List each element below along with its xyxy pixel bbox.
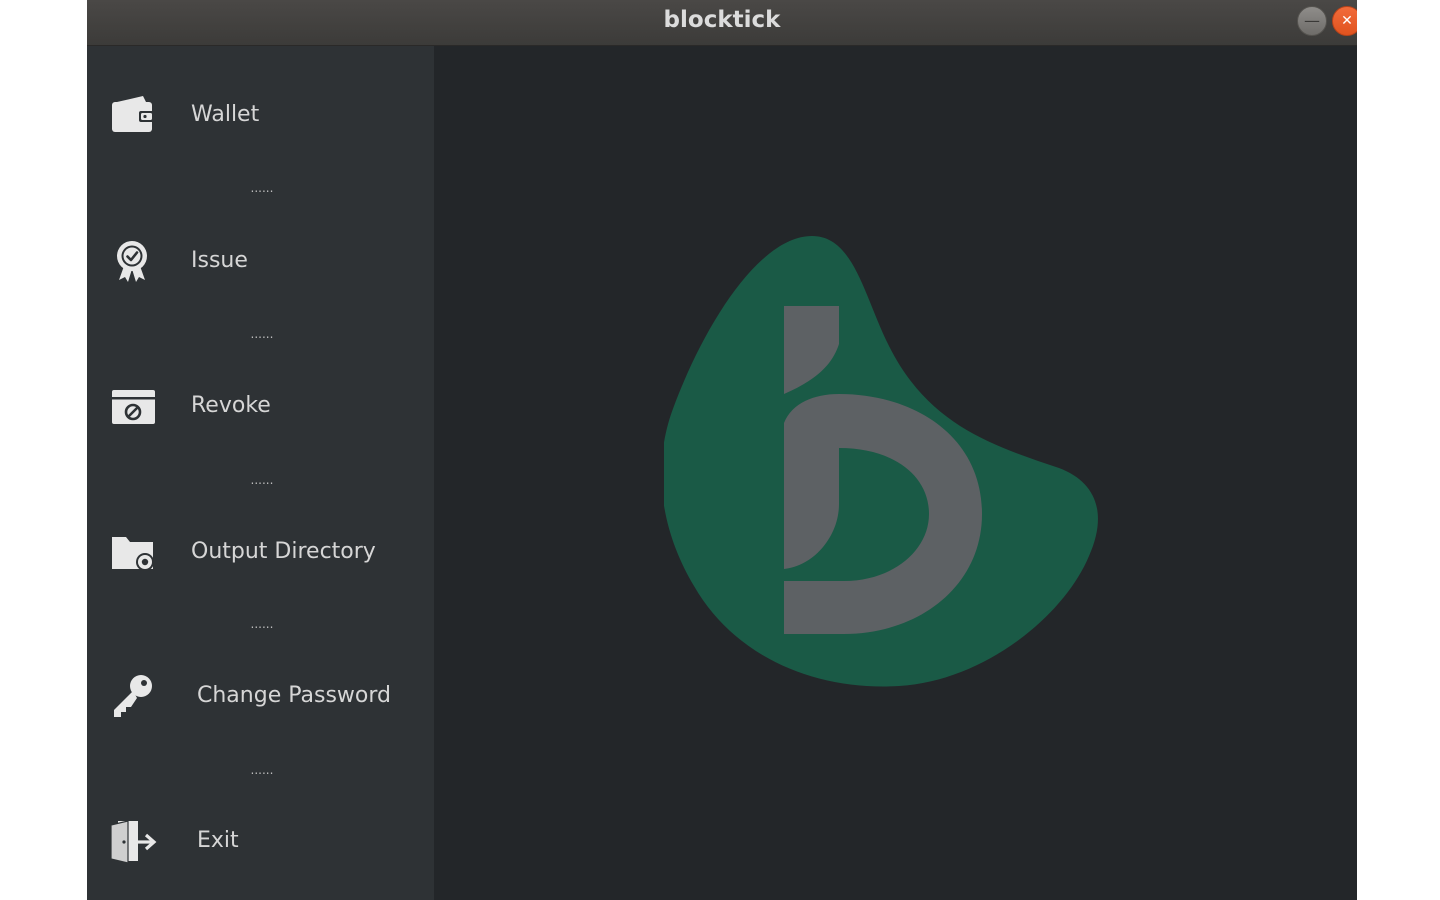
separator: ...... — [250, 763, 274, 777]
sidebar-item-exit[interactable]: Exit — [87, 802, 434, 882]
close-icon: ✕ — [1341, 13, 1353, 29]
sidebar-item-wallet[interactable]: Wallet — [87, 76, 434, 156]
folder-icon — [112, 537, 154, 571]
sidebar-item-issue[interactable]: Issue — [87, 222, 434, 302]
window-title: blocktick — [663, 7, 781, 33]
separator: ...... — [250, 617, 274, 631]
separator: ...... — [250, 327, 274, 341]
minimize-button[interactable]: — — [1297, 6, 1327, 36]
sidebar: Wallet ...... Issue ...... Revoke ......… — [87, 46, 434, 900]
sidebar-item-label: Revoke — [191, 393, 271, 418]
title-bar[interactable]: blocktick — ✕ — [87, 0, 1357, 46]
sidebar-item-label: Output Directory — [191, 539, 376, 564]
wallet-icon — [112, 96, 154, 132]
sidebar-item-output-directory[interactable]: Output Directory — [87, 513, 434, 593]
main-content — [434, 46, 1357, 900]
exit-icon — [110, 820, 157, 864]
app-window: blocktick — ✕ Wallet ...... Issue ......… — [87, 0, 1357, 900]
minimize-icon: — — [1304, 11, 1320, 30]
certificate-badge-icon — [117, 241, 147, 282]
sidebar-item-label: Change Password — [197, 683, 391, 708]
sidebar-item-label: Exit — [197, 828, 239, 853]
sidebar-item-label: Issue — [191, 248, 248, 273]
sidebar-item-change-password[interactable]: Change Password — [87, 657, 434, 737]
revoke-icon — [112, 390, 155, 424]
separator: ...... — [250, 181, 274, 195]
sidebar-item-label: Wallet — [191, 102, 260, 127]
blocktick-logo — [664, 236, 1098, 687]
close-button[interactable]: ✕ — [1332, 6, 1357, 36]
separator: ...... — [250, 473, 274, 487]
key-icon — [114, 675, 152, 717]
sidebar-item-revoke[interactable]: Revoke — [87, 367, 434, 447]
